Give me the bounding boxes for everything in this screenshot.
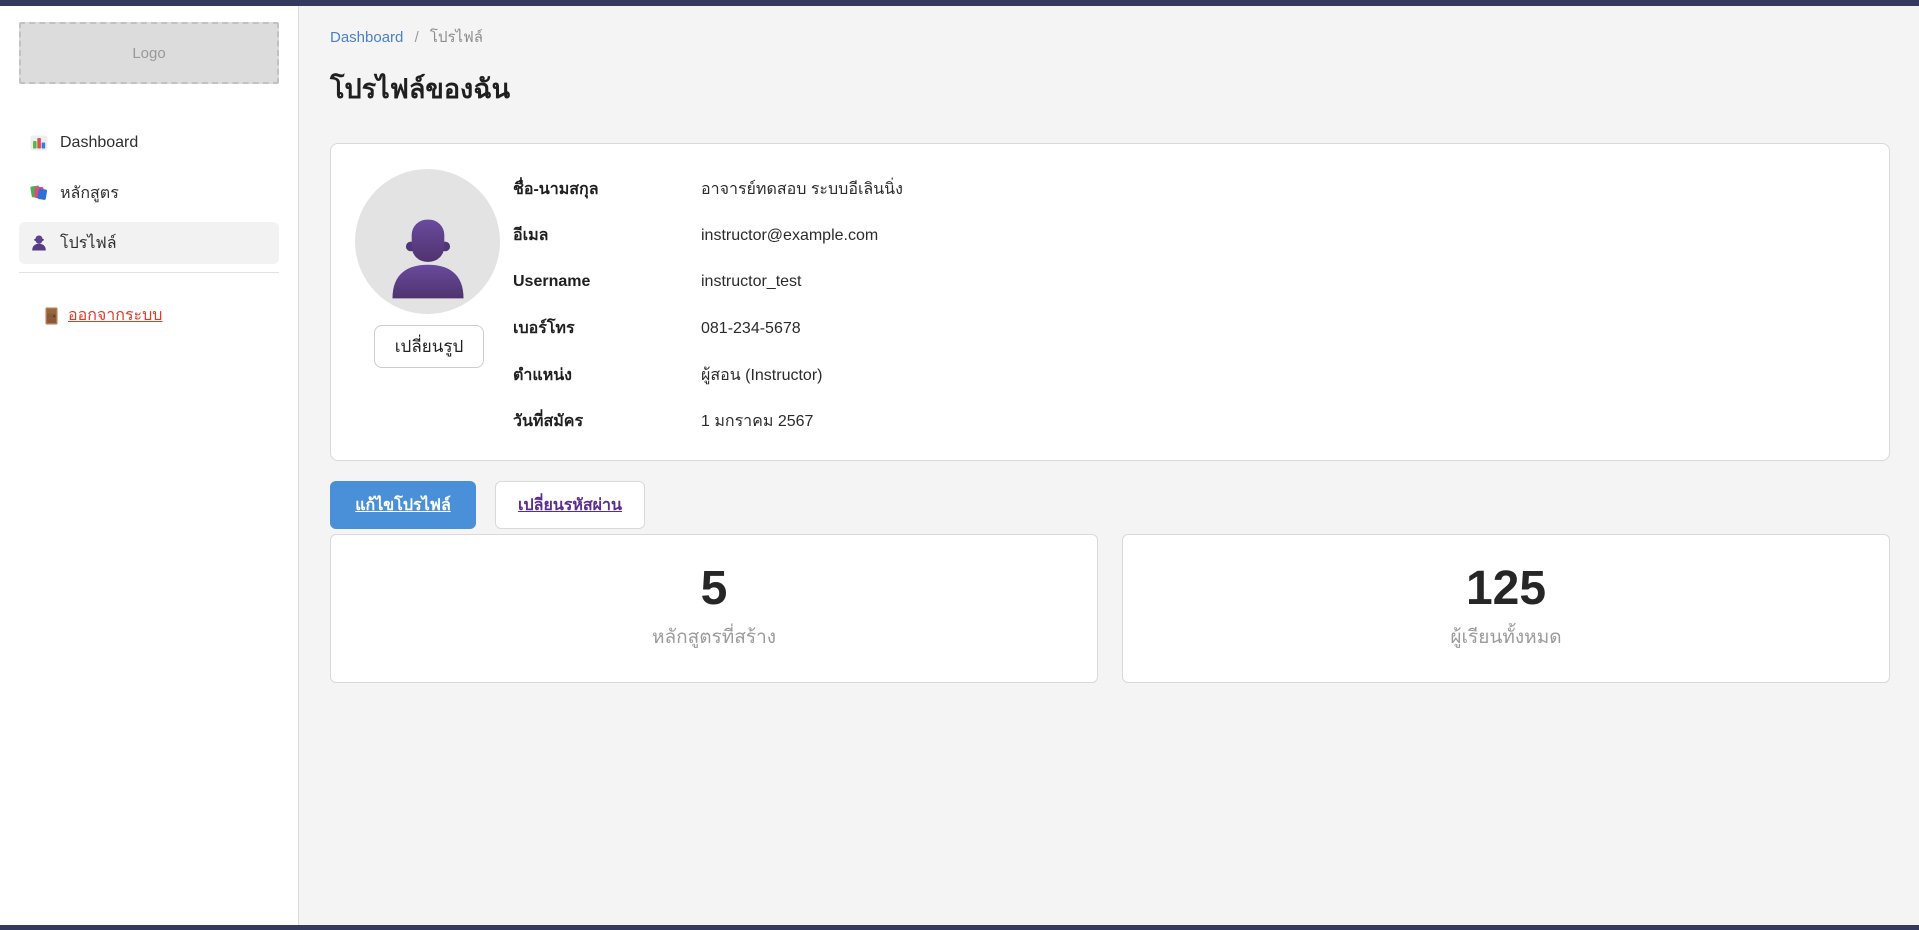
bottom-edge-bar [0, 925, 1919, 930]
field-label: อีเมล [513, 223, 701, 248]
profile-actions: แก้ไขโปรไฟล์ เปลี่ยนรหัสผ่าน [330, 481, 1890, 529]
stats-row: 5 หลักสูตรที่สร้าง 125 ผู้เรียนทั้งหมด [330, 534, 1890, 683]
avatar [355, 169, 500, 314]
stat-card-courses: 5 หลักสูตรที่สร้าง [330, 534, 1098, 683]
logout-link[interactable]: ออกจากระบบ [45, 303, 162, 328]
field-value: 1 มกราคม 2567 [701, 409, 813, 434]
field-value: อาจารย์ทดสอบ ระบบอีเลินนิ่ง [701, 177, 903, 202]
books-icon [30, 184, 48, 202]
sidebar-item-profile[interactable]: โปรไฟล์ [19, 222, 279, 264]
field-row-phone: เบอร์โทร 081-234-5678 [513, 309, 1865, 349]
stat-label: ผู้เรียนทั้งหมด [1450, 622, 1561, 652]
person-bust-icon [380, 210, 476, 306]
field-row-register-date: วันที่สมัคร 1 มกราคม 2567 [513, 402, 1865, 442]
main-content: Dashboard / โปรไฟล์ โปรไฟล์ของฉัน [299, 6, 1919, 925]
breadcrumb-dashboard-link[interactable]: Dashboard [330, 29, 403, 46]
field-row-username: Username instructor_test [513, 262, 1865, 302]
field-value: 081-234-5678 [701, 320, 801, 338]
breadcrumb-current: โปรไฟล์ [430, 29, 483, 46]
breadcrumb: Dashboard / โปรไฟล์ [330, 28, 1890, 48]
top-edge-bar [0, 0, 1919, 6]
profile-card: เปลี่ยนรูป ชื่อ-นามสกุล อาจารย์ทดสอบ ระบ… [330, 143, 1890, 461]
field-label: Username [513, 273, 701, 291]
page-title: โปรไฟล์ของฉัน [330, 70, 1890, 108]
app-layout: Logo Dashboard [0, 6, 1919, 925]
stat-card-learners: 125 ผู้เรียนทั้งหมด [1122, 534, 1890, 683]
logo-label: Logo [132, 45, 165, 62]
field-row-name: ชื่อ-นามสกุล อาจารย์ทดสอบ ระบบอีเลินนิ่ง [513, 169, 1865, 209]
sidebar-nav: Dashboard หลักสูตร [0, 122, 298, 264]
bar-chart-icon [30, 134, 48, 152]
field-value: instructor@example.com [701, 227, 878, 245]
field-label: วันที่สมัคร [513, 409, 701, 434]
stat-label: หลักสูตรที่สร้าง [652, 622, 776, 652]
field-label: เบอร์โทร [513, 316, 701, 341]
change-password-button[interactable]: เปลี่ยนรหัสผ่าน [495, 481, 645, 529]
stat-value: 5 [701, 563, 728, 615]
breadcrumb-separator: / [415, 29, 419, 46]
field-value: instructor_test [701, 273, 801, 291]
avatar-column: เปลี่ยนรูป [355, 169, 513, 435]
field-row-position: ตำแหน่ง ผู้สอน (Instructor) [513, 355, 1865, 395]
sidebar: Logo Dashboard [0, 6, 299, 925]
logo-placeholder: Logo [19, 22, 279, 84]
sidebar-item-courses[interactable]: หลักสูตร [19, 172, 279, 214]
edit-profile-button[interactable]: แก้ไขโปรไฟล์ [330, 481, 476, 529]
sidebar-divider [19, 272, 279, 273]
stat-value: 125 [1466, 563, 1546, 615]
sidebar-item-label: Dashboard [60, 134, 138, 152]
sidebar-item-label: หลักสูตร [60, 181, 119, 206]
sidebar-item-dashboard[interactable]: Dashboard [19, 122, 279, 164]
door-icon [45, 307, 58, 325]
field-value: ผู้สอน (Instructor) [701, 363, 822, 388]
profile-fields: ชื่อ-นามสกุล อาจารย์ทดสอบ ระบบอีเลินนิ่ง… [513, 169, 1865, 435]
field-label: ชื่อ-นามสกุล [513, 177, 701, 202]
sidebar-item-label: โปรไฟล์ [60, 231, 117, 256]
logout-label: ออกจากระบบ [68, 303, 162, 328]
change-photo-button[interactable]: เปลี่ยนรูป [374, 325, 484, 368]
field-row-email: อีเมล instructor@example.com [513, 216, 1865, 256]
person-icon [30, 234, 48, 252]
field-label: ตำแหน่ง [513, 363, 701, 388]
